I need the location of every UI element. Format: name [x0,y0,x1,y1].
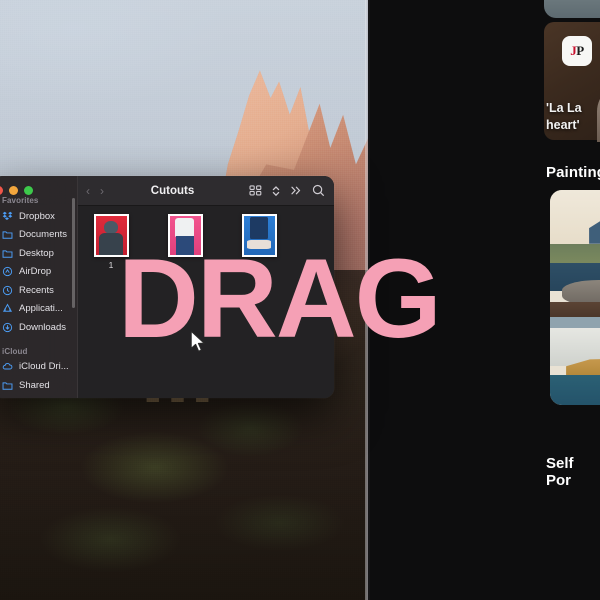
sidebar-item-label: Downloads [19,321,66,333]
applications-icon [2,303,13,314]
sidebar-item-documents[interactable]: Documents [0,226,78,245]
clock-icon [2,285,13,296]
jp-logo-icon: JP [562,36,592,66]
sidebar-item-label: AirDrop [19,266,52,278]
view-stepper-icon[interactable] [272,185,280,197]
sidebar-item-label: iCloud Dri... [19,361,69,373]
minimize-button[interactable] [9,186,18,195]
app-panel-content: JP 'La La heart' Painting Self Por [538,0,600,600]
sidebar-item-label: Desktop [19,247,54,259]
news-card[interactable]: JP 'La La heart' [538,22,600,143]
dropbox-icon [2,211,13,222]
sidebar-scrollbar[interactable] [72,198,75,308]
back-button[interactable]: ‹ [86,185,90,197]
card-above-news[interactable] [544,0,600,18]
news-card-headline: 'La La heart' [546,101,582,132]
drag-overlay-text: DRAG [118,236,442,361]
sidebar-item-airdrop[interactable]: AirDrop [0,263,78,282]
sidebar-item-recents[interactable]: Recents [0,281,78,300]
sidebar-item-label: Recents [19,284,54,296]
section-title-painting: Painting [546,164,600,181]
folder-icon [2,229,13,240]
shared-folder-icon [2,380,13,391]
sidebar-item-shared[interactable]: Shared [0,376,78,395]
airdrop-icon [2,266,13,277]
artwork-water [550,374,600,405]
grid-view-icon[interactable] [249,185,262,196]
window-controls[interactable] [0,186,33,195]
folder-icon [2,248,13,259]
finder-toolbar: ‹ › Cutouts [78,176,334,206]
sidebar-item-label: Dropbox [19,210,55,222]
toolbar-buttons[interactable] [249,184,325,197]
close-button[interactable] [0,186,3,195]
sidebar-item-downloads[interactable]: Downloads [0,318,78,337]
downloads-icon [2,322,13,333]
finder-window-title: Cutouts [150,184,195,197]
artwork-thumbnail[interactable] [550,190,600,405]
artwork-field [550,243,600,266]
artwork-caption: Self Por [546,455,574,489]
sidebar-item-label: Shared [19,379,50,391]
sidebar-item-dropbox[interactable]: Dropbox [0,207,78,226]
mouse-cursor [190,330,207,359]
cloud-icon [2,361,13,372]
jp-logo-p: P [576,43,584,58]
sidebar-item-desktop[interactable]: Desktop [0,244,78,263]
more-chevrons-icon[interactable] [290,185,302,196]
maximize-button[interactable] [24,186,33,195]
sidebar-item-applications[interactable]: Applicati... [0,300,78,319]
sidebar-item-label: Documents [19,229,68,241]
finder-sidebar[interactable]: Favorites Dropbox Documents Desktop AirD… [0,176,78,398]
search-icon[interactable] [312,184,325,197]
sidebar-item-icloud-drive[interactable]: iCloud Dri... [0,358,78,377]
sidebar-item-label: Applicati... [19,303,63,315]
sidebar-group-icloud: iCloud [2,346,28,356]
